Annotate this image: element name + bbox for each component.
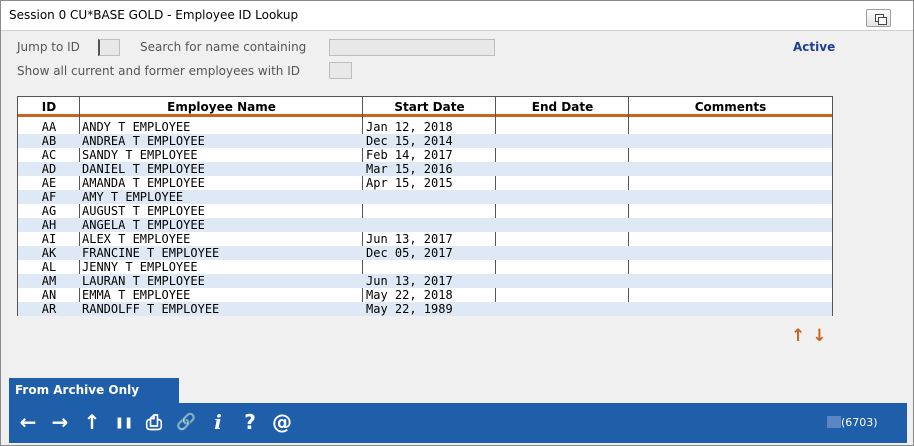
back-arrow-icon[interactable]: ← (15, 410, 41, 434)
cell-employee-name: JENNY T EMPLOYEE (82, 260, 198, 274)
column-header-id[interactable]: ID (18, 97, 80, 117)
from-archive-only-button[interactable]: From Archive Only (9, 378, 179, 403)
jump-to-id-label: Jump to ID (17, 40, 80, 54)
cell-id: AH (41, 218, 57, 232)
cell-id: AD (41, 162, 57, 176)
screen-code: (6703) (841, 416, 878, 429)
cell-start-date: Jan 12, 2018 (366, 120, 453, 134)
table-row[interactable]: AB ANDREA T EMPLOYEE Dec 15, 2014 (18, 134, 832, 148)
cell-start-date: Mar 15, 2016 (366, 162, 453, 176)
cell-start-date: Dec 05, 2017 (366, 246, 453, 260)
up-arrow-icon[interactable]: ↑ (79, 410, 105, 434)
cell-id: AF (41, 190, 57, 204)
cell-start-date: Dec 15, 2014 (366, 134, 453, 148)
cell-employee-name: AUGUST T EMPLOYEE (82, 204, 205, 218)
employee-table: ID Employee Name Start Date End Date Com… (17, 96, 833, 316)
search-name-input[interactable] (329, 39, 495, 56)
cell-id: AE (41, 176, 57, 190)
cell-employee-name: ALEX T EMPLOYEE (82, 232, 191, 246)
cell-start-date: Feb 14, 2017 (366, 148, 453, 162)
table-body: AA ANDY T EMPLOYEE Jan 12, 2018 AB ANDREA T … (18, 120, 832, 316)
cell-id: AN (41, 288, 57, 302)
title-bar: Session 0 CU*BASE GOLD - Employee ID Loo… (1, 1, 913, 31)
table-row[interactable]: AK FRANCINE T EMPLOYEE Dec 05, 2017 (18, 246, 832, 260)
window-title: Session 0 CU*BASE GOLD - Employee ID Loo… (9, 8, 299, 22)
cell-employee-name: AMANDA T EMPLOYEE (82, 176, 205, 190)
pause-icon[interactable]: ❚❚ (111, 410, 137, 436)
screen-code-marker (827, 416, 841, 428)
cell-employee-name: DANIEL T EMPLOYEE (82, 162, 205, 176)
cell-employee-name: ANGELA T EMPLOYEE (82, 218, 205, 232)
help-icon[interactable]: ? (237, 410, 263, 434)
restore-icon (875, 14, 887, 25)
cell-start-date: May 22, 1989 (366, 302, 453, 316)
app-window: Session 0 CU*BASE GOLD - Employee ID Loo… (0, 0, 914, 446)
email-icon[interactable]: @ (269, 410, 295, 434)
search-name-label: Search for name containing (140, 40, 307, 54)
scroll-up-icon[interactable]: ↑ (791, 326, 805, 346)
cell-id: AB (41, 134, 57, 148)
cell-start-date: Jun 13, 2017 (366, 274, 453, 288)
cell-id: AA (41, 120, 57, 134)
column-header-name[interactable]: Employee Name (80, 97, 363, 117)
link-icon[interactable]: 🔗 (173, 410, 199, 434)
table-row[interactable]: AL JENNY T EMPLOYEE (18, 260, 832, 274)
table-row[interactable]: AI ALEX T EMPLOYEE Jun 13, 2017 (18, 232, 832, 246)
status-active: Active (793, 40, 836, 54)
scroll-down-icon[interactable]: ↓ (812, 326, 826, 346)
cell-id: AK (41, 246, 57, 260)
cell-start-date: May 22, 2018 (366, 288, 453, 302)
table-row[interactable]: AM LAURAN T EMPLOYEE Jun 13, 2017 (18, 274, 832, 288)
table-row[interactable]: AH ANGELA T EMPLOYEE (18, 218, 832, 232)
scroll-arrows: ↑ ↓ (791, 326, 829, 346)
table-header: ID Employee Name Start Date End Date Com… (18, 97, 832, 117)
table-row[interactable]: AE AMANDA T EMPLOYEE Apr 15, 2015 (18, 176, 832, 190)
forward-arrow-icon[interactable]: → (47, 410, 73, 434)
cell-id: AC (41, 148, 57, 162)
cell-id: AM (41, 274, 57, 288)
column-header-start-date[interactable]: Start Date (363, 97, 496, 117)
cell-employee-name: SANDY T EMPLOYEE (82, 148, 198, 162)
cell-id: AR (41, 302, 57, 316)
cell-employee-name: EMMA T EMPLOYEE (82, 288, 191, 302)
table-row[interactable]: AR RANDOLFF T EMPLOYEE May 22, 1989 (18, 302, 832, 316)
show-all-id-input[interactable] (329, 62, 352, 79)
table-row[interactable]: AA ANDY T EMPLOYEE Jan 12, 2018 (18, 120, 832, 134)
column-header-end-date[interactable]: End Date (496, 97, 629, 117)
cell-id: AL (41, 260, 57, 274)
bottom-toolbar: ← → ↑ ❚❚ ⎙ 🔗 i ? @ (6703) (9, 403, 907, 443)
table-row[interactable]: AC SANDY T EMPLOYEE Feb 14, 2017 (18, 148, 832, 162)
restore-window-button[interactable] (866, 9, 891, 27)
cell-start-date: Apr 15, 2015 (366, 176, 453, 190)
table-row[interactable]: AN EMMA T EMPLOYEE May 22, 2018 (18, 288, 832, 302)
cell-id: AI (41, 232, 57, 246)
cell-employee-name: LAURAN T EMPLOYEE (82, 274, 205, 288)
column-header-comments[interactable]: Comments (629, 97, 832, 117)
table-row[interactable]: AG AUGUST T EMPLOYEE (18, 204, 832, 218)
print-icon[interactable]: ⎙ (141, 410, 167, 434)
cell-employee-name: RANDOLFF T EMPLOYEE (82, 302, 220, 316)
table-row[interactable]: AF AMY T EMPLOYEE (18, 190, 832, 204)
cell-employee-name: ANDY T EMPLOYEE (82, 120, 191, 134)
cell-start-date: Jun 13, 2017 (366, 232, 453, 246)
jump-to-id-input[interactable] (98, 39, 120, 56)
cell-employee-name: ANDREA T EMPLOYEE (82, 134, 205, 148)
info-icon[interactable]: i (205, 410, 231, 434)
show-all-label: Show all current and former employees wi… (17, 64, 300, 78)
table-row[interactable]: AD DANIEL T EMPLOYEE Mar 15, 2016 (18, 162, 832, 176)
cell-employee-name: AMY T EMPLOYEE (82, 190, 184, 204)
cell-id: AG (41, 204, 57, 218)
cell-employee-name: FRANCINE T EMPLOYEE (82, 246, 220, 260)
